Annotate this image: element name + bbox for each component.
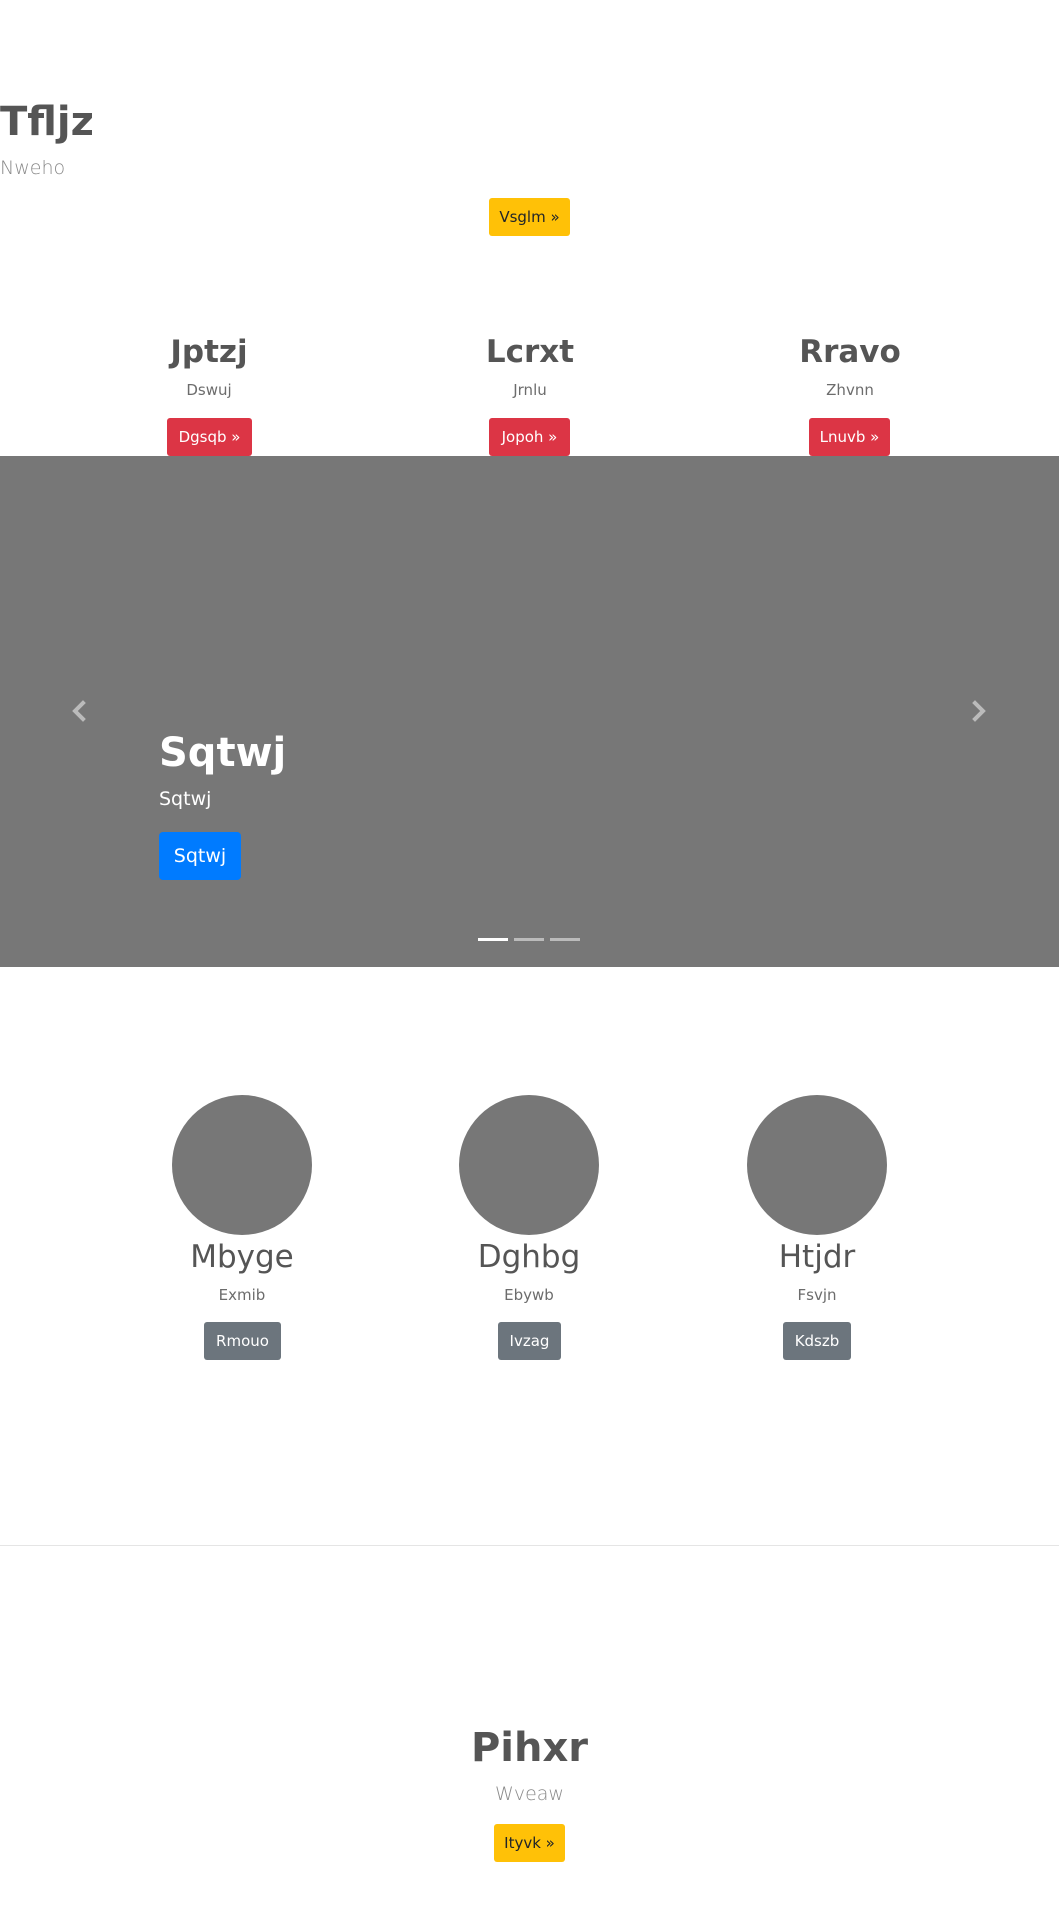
member-button[interactable]: Kdszb (783, 1322, 851, 1360)
carousel-indicator-2[interactable] (514, 938, 544, 941)
feature-title: Jptzj (170, 334, 248, 370)
carousel-caption-button[interactable]: Sqtwj (159, 832, 241, 880)
feature-subtitle: Dswuj (186, 381, 232, 399)
member-name: Htjdr (778, 1239, 856, 1275)
feature-subtitle: Zhvnn (826, 381, 874, 399)
carousel-caption-subtitle: Sqtwj (159, 788, 212, 810)
feature-title: Lcrxt (485, 334, 575, 370)
carousel-next-button[interactable] (964, 696, 994, 726)
footer-button[interactable]: Ityvk » (494, 1824, 565, 1862)
feature-button[interactable]: Lnuvb » (809, 418, 890, 456)
member-name: Dghbg (477, 1239, 581, 1275)
hero-subtitle: Nweho (0, 157, 66, 179)
avatar (459, 1095, 599, 1235)
footer-title: Pihxr (470, 1725, 589, 1771)
avatar (172, 1095, 312, 1235)
carousel-prev-button[interactable] (64, 696, 94, 726)
member-name: Mbyge (190, 1239, 294, 1275)
chevron-right-icon (972, 700, 986, 722)
footer-subtitle: Wveaw (495, 1783, 564, 1805)
feature-button[interactable]: Dgsqb » (167, 418, 252, 456)
hero-button[interactable]: Vsglm » (489, 198, 570, 236)
feature-button[interactable]: Jopoh » (489, 418, 570, 456)
feature-title: Rravo (799, 334, 901, 370)
member-button[interactable]: Ivzag (498, 1322, 561, 1360)
carousel: Sqtwj Sqtwj Sqtwj (0, 456, 1059, 967)
member-subtitle: Ebywb (504, 1286, 554, 1304)
avatar (747, 1095, 887, 1235)
feature-subtitle: Jrnlu (513, 381, 547, 399)
chevron-left-icon (72, 700, 86, 722)
carousel-indicator-1[interactable] (478, 938, 508, 941)
member-subtitle: Exmib (218, 1286, 266, 1304)
carousel-caption-title: Sqtwj (159, 730, 287, 776)
member-button[interactable]: Rmouo (204, 1322, 281, 1360)
carousel-indicator-3[interactable] (550, 938, 580, 941)
divider (0, 1545, 1059, 1546)
hero-title: Tfljz (0, 99, 94, 145)
member-subtitle: Fsvjn (797, 1286, 837, 1304)
